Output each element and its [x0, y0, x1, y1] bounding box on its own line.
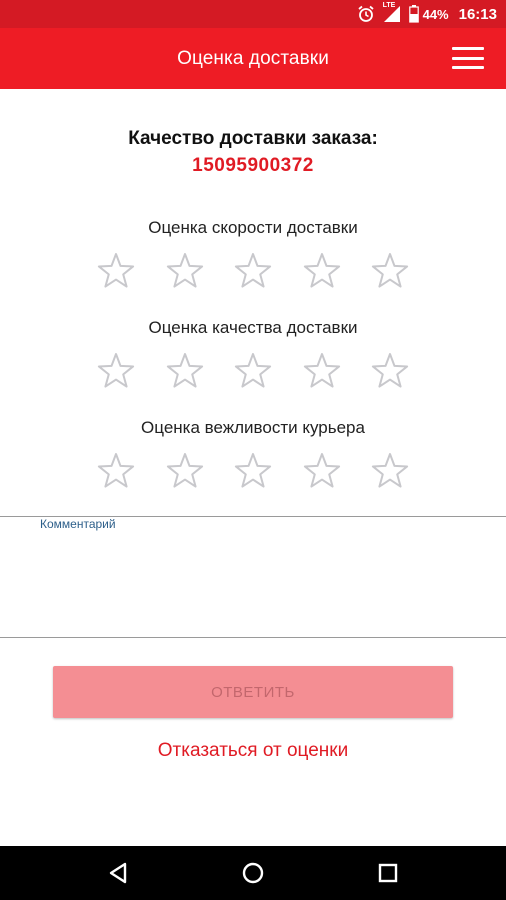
decline-rating-link[interactable]: Отказаться от оценки	[0, 740, 506, 762]
quality-rating-stars	[96, 351, 410, 391]
status-bar: LTE 44% 16:13	[0, 0, 506, 28]
menu-line	[452, 66, 484, 69]
home-icon[interactable]	[241, 861, 265, 885]
courtesy-rating-label: Оценка вежливости курьера	[141, 418, 365, 437]
back-icon[interactable]	[106, 861, 130, 885]
star-icon[interactable]	[370, 451, 410, 491]
star-icon[interactable]	[96, 451, 136, 491]
page-title: Оценка доставки	[177, 47, 329, 69]
star-icon[interactable]	[233, 351, 273, 391]
navigation-bar	[0, 846, 506, 900]
submit-button[interactable]: ОТВЕТИТЬ	[53, 666, 453, 718]
network-type: LTE	[382, 2, 396, 9]
order-heading: Качество доставки заказа:	[128, 128, 378, 149]
battery-icon: 44%	[408, 5, 449, 23]
signal-icon: LTE	[382, 2, 401, 23]
star-icon[interactable]	[96, 251, 136, 291]
star-icon[interactable]	[233, 451, 273, 491]
clock: 16:13	[458, 5, 497, 23]
comment-label: Комментарий	[40, 517, 116, 531]
battery-percent: 44%	[422, 6, 449, 22]
menu-line	[452, 47, 484, 50]
star-icon[interactable]	[370, 351, 410, 391]
menu-line	[452, 56, 484, 60]
speed-rating-stars	[96, 251, 410, 291]
recents-icon[interactable]	[376, 861, 400, 885]
star-icon[interactable]	[96, 351, 136, 391]
star-icon[interactable]	[165, 451, 205, 491]
alarm-icon	[357, 5, 375, 23]
quality-rating-label: Оценка качества доставки	[148, 318, 358, 337]
star-icon[interactable]	[370, 251, 410, 291]
star-icon[interactable]	[302, 251, 342, 291]
star-icon[interactable]	[302, 451, 342, 491]
hamburger-menu-icon[interactable]	[452, 47, 484, 69]
star-icon[interactable]	[302, 351, 342, 391]
star-icon[interactable]	[233, 251, 273, 291]
app-bar: Оценка доставки	[0, 28, 506, 89]
order-number: 15095900372	[192, 155, 314, 176]
star-icon[interactable]	[165, 251, 205, 291]
courtesy-rating-stars	[96, 451, 410, 491]
comment-input[interactable]	[0, 516, 506, 638]
star-icon[interactable]	[165, 351, 205, 391]
screen: LTE 44% 16:13 Оценка доставки Качество д…	[0, 0, 506, 900]
speed-rating-label: Оценка скорости доставки	[148, 218, 358, 237]
